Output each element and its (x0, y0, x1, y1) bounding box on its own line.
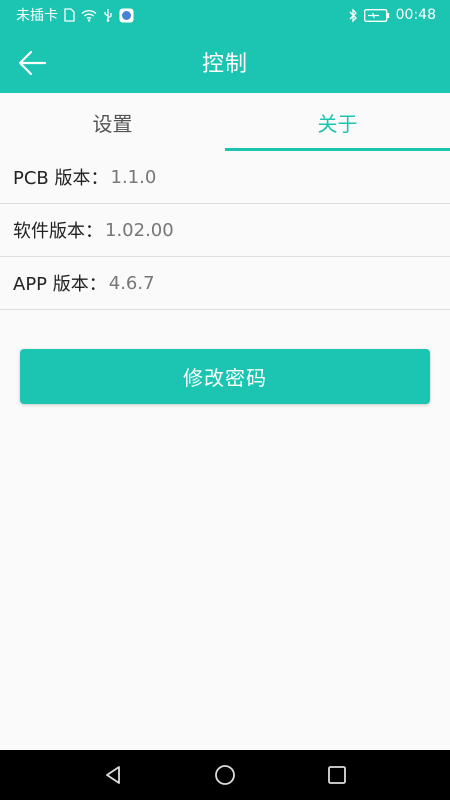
status-bar: 未插卡 00:48 (0, 0, 450, 30)
wifi-icon (81, 9, 97, 22)
pcb-version-label: PCB 版本： (13, 168, 109, 189)
page-title: 控制 (201, 51, 248, 77)
pcb-version-value: 1.1.0 (110, 166, 157, 188)
sim-icon (64, 8, 75, 22)
software-version-value: 1.02.00 (105, 219, 174, 241)
app-notification-icon (119, 8, 134, 23)
tab-bar: 设置 关于 (0, 93, 450, 151)
home-circle-icon (215, 765, 235, 785)
change-password-button[interactable]: 修改密码 (20, 349, 430, 404)
app-version-value: 4.6.7 (108, 272, 155, 294)
status-bar-left: 未插卡 (16, 5, 134, 25)
app-version-label: APP 版本： (13, 274, 107, 295)
status-bar-right: 00:48 (348, 7, 436, 23)
usb-icon (103, 8, 113, 22)
nav-recents-button[interactable] (317, 755, 357, 795)
back-button[interactable] (14, 45, 50, 81)
recents-square-icon (328, 766, 346, 784)
software-version-row: 软件版本： 1.02.00 (0, 204, 450, 257)
nav-back-button[interactable] (93, 755, 133, 795)
back-triangle-icon (106, 766, 120, 784)
app-version-row: APP 版本： 4.6.7 (0, 257, 450, 310)
app-bar: 控制 (0, 30, 450, 93)
battery-charging-icon (363, 8, 390, 22)
system-nav-bar (0, 750, 450, 800)
pcb-version-row: PCB 版本： 1.1.0 (0, 151, 450, 204)
clock-text: 00:48 (395, 7, 436, 23)
bluetooth-icon (348, 7, 358, 23)
software-version-label: 软件版本： (13, 221, 103, 242)
about-info-list: PCB 版本： 1.1.0 软件版本： 1.02.00 APP 版本： 4.6.… (0, 151, 450, 310)
carrier-text: 未插卡 (16, 8, 58, 24)
nav-home-button[interactable] (205, 755, 245, 795)
arrow-left-icon (18, 50, 47, 76)
tab-about[interactable]: 关于 (225, 93, 450, 151)
tab-settings[interactable]: 设置 (0, 93, 225, 151)
